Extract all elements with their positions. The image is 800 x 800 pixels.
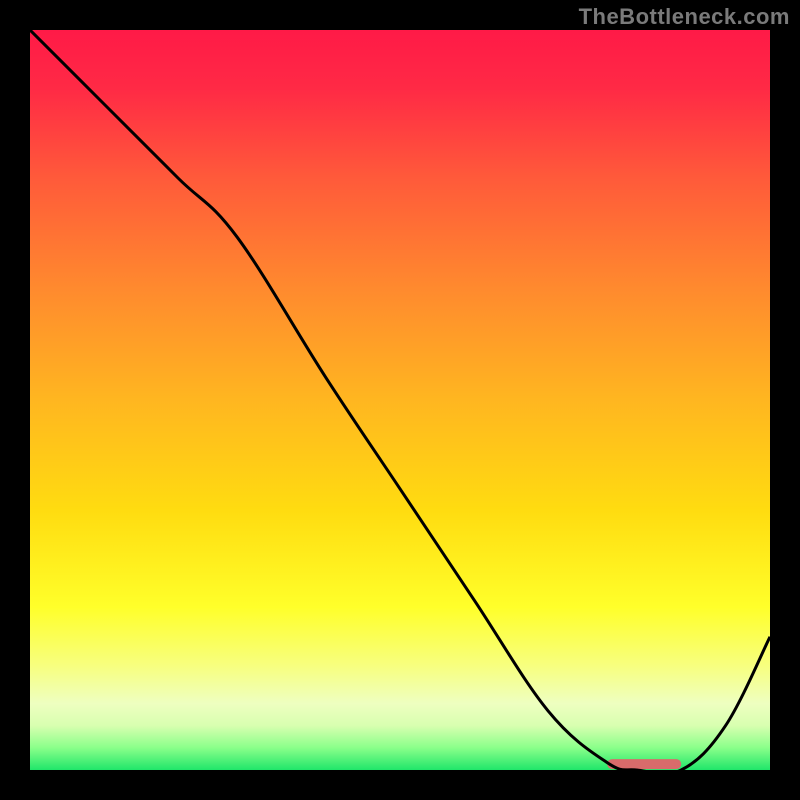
watermark-text: TheBottleneck.com — [579, 4, 790, 30]
bottleneck-chart — [30, 30, 770, 770]
chart-stage — [30, 30, 770, 770]
